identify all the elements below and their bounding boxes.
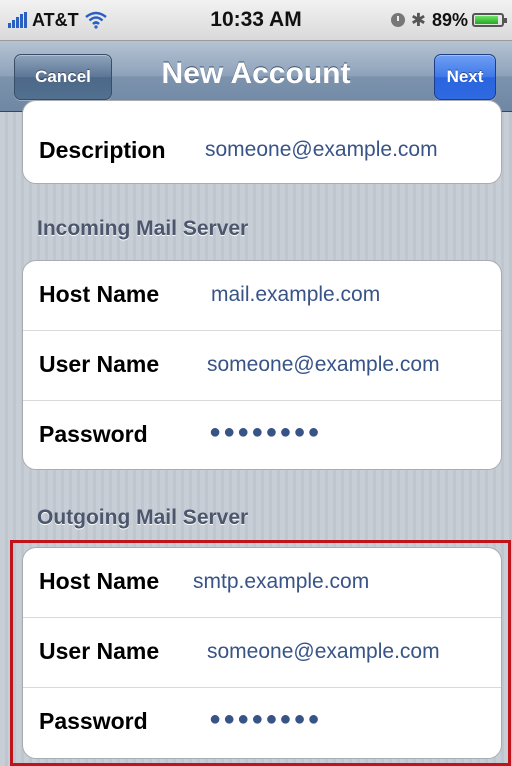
battery-fill	[475, 16, 499, 24]
account-description-group: Description someone@example.com	[22, 100, 502, 184]
battery-icon	[472, 13, 507, 27]
outgoing-server-heading: Outgoing Mail Server	[37, 506, 249, 529]
incoming-user-field[interactable]: someone@example.com	[207, 353, 440, 377]
status-bar: AT&T 10:33 AM ✱ 89%	[0, 0, 512, 41]
incoming-server-heading: Incoming Mail Server	[37, 217, 249, 240]
incoming-password-field[interactable]: ●●●●●●●●	[209, 421, 322, 444]
incoming-user-row[interactable]: User Name someone@example.com	[23, 331, 501, 401]
incoming-host-label: Host Name	[39, 281, 160, 307]
bluetooth-icon: ✱	[410, 9, 426, 30]
incoming-user-label: User Name	[39, 351, 160, 377]
status-right: ✱ 89%	[390, 9, 507, 31]
orientation-lock-icon	[390, 13, 405, 27]
description-label: Description	[39, 137, 166, 163]
incoming-host-field[interactable]: mail.example.com	[211, 283, 380, 307]
description-field[interactable]: someone@example.com	[205, 138, 438, 162]
incoming-host-row[interactable]: Host Name mail.example.com	[23, 261, 501, 331]
highlight-box	[10, 540, 511, 766]
incoming-password-label: Password	[39, 421, 148, 447]
incoming-password-row[interactable]: Password ●●●●●●●●	[23, 401, 501, 469]
next-button[interactable]: Next	[434, 54, 496, 100]
incoming-server-group: Host Name mail.example.com User Name som…	[22, 260, 502, 470]
description-row[interactable]: Description someone@example.com	[23, 101, 501, 183]
battery-percent: 89%	[431, 9, 468, 30]
